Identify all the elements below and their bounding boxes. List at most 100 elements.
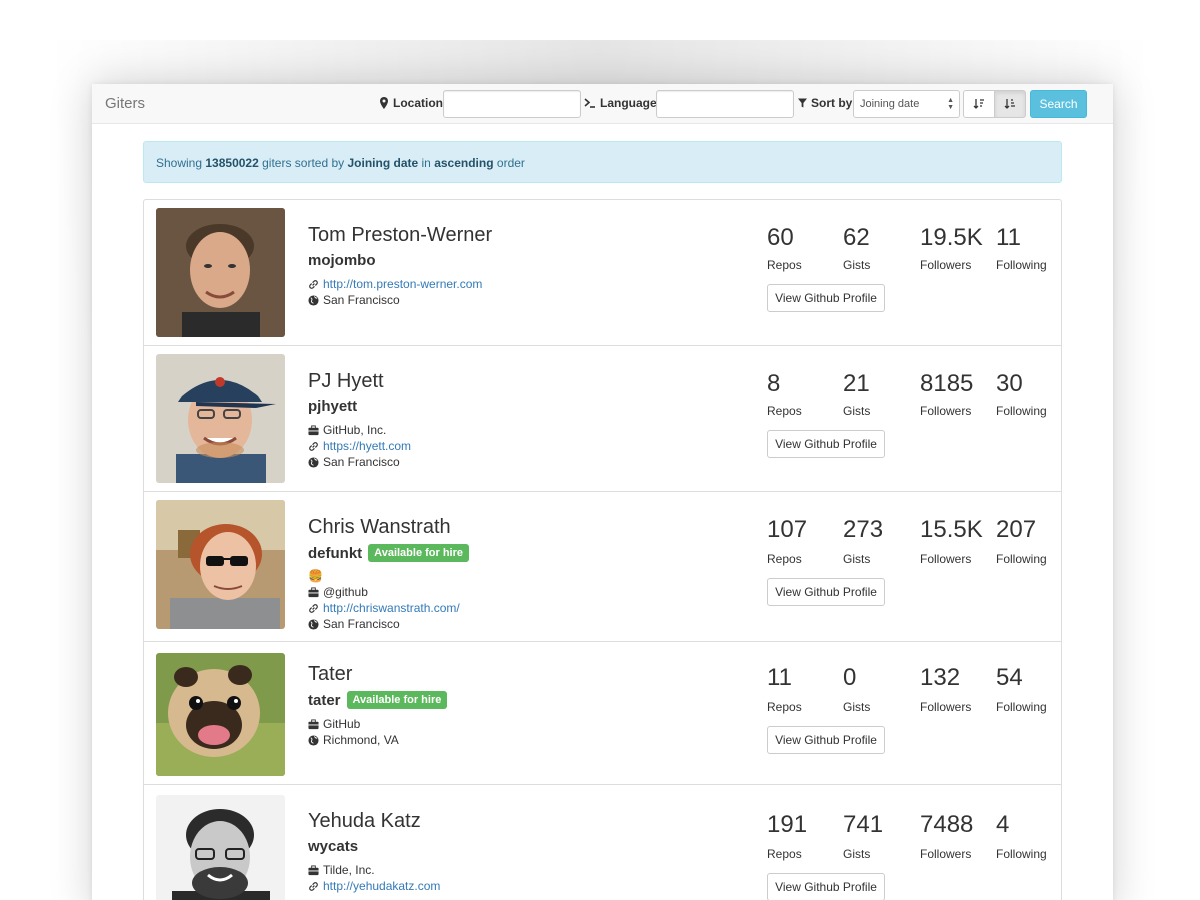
view-profile-button[interactable]: View Github Profile xyxy=(767,726,885,754)
briefcase-icon xyxy=(308,586,319,597)
following-label: Following xyxy=(996,552,1047,566)
select-arrows-icon: ▲ ▼ xyxy=(947,97,954,111)
gists-label: Gists xyxy=(843,404,871,418)
alert-suffix: order xyxy=(496,156,525,170)
avatar[interactable] xyxy=(156,653,285,776)
sort-desc-button[interactable] xyxy=(963,90,995,118)
sortby-label-text: Sort by xyxy=(811,96,853,110)
followers-count: 7488 xyxy=(920,811,974,838)
user-row: Tom Preston-Werner mojombo http://tom.pr… xyxy=(144,200,1061,346)
hire-badge: Available for hire xyxy=(346,691,448,709)
followers-label: Followers xyxy=(920,258,972,272)
sortby-label: Sort by xyxy=(798,96,852,110)
language-input[interactable] xyxy=(656,90,794,118)
view-profile-button[interactable]: View Github Profile xyxy=(767,284,885,312)
gists-label: Gists xyxy=(843,700,871,714)
results-info-alert: Showing 13850022 giters sorted by Joinin… xyxy=(143,141,1062,183)
repos-label: Repos xyxy=(767,258,802,272)
burger-emoji: 🍔 xyxy=(308,569,323,583)
user-name: Tom Preston-Werner xyxy=(308,224,493,246)
repos-count: 60 xyxy=(767,224,794,251)
user-location-text: San Francisco xyxy=(323,455,400,469)
user-name: PJ Hyett xyxy=(308,370,384,392)
followers-label: Followers xyxy=(920,847,972,861)
terminal-icon xyxy=(584,98,595,108)
user-location: San Francisco xyxy=(308,293,400,307)
avatar[interactable] xyxy=(156,500,285,629)
link-icon xyxy=(309,603,318,613)
user-blog-link[interactable]: http://yehudakatz.com xyxy=(323,879,440,893)
alert-in: in xyxy=(421,156,431,170)
gists-count: 0 xyxy=(843,664,857,691)
followers-count: 19.5K xyxy=(920,224,983,251)
alert-prefix: Showing xyxy=(156,156,203,170)
gists-count: 62 xyxy=(843,224,870,251)
user-company: Tilde, Inc. xyxy=(308,863,375,877)
repos-label: Repos xyxy=(767,552,802,566)
user-row: Yehuda Katz wycats Tilde, Inc. http://ye… xyxy=(144,785,1061,900)
avatar[interactable] xyxy=(156,354,285,483)
sort-select[interactable]: Joining date ▲ ▼ xyxy=(853,90,960,118)
navbar: Giters Location Language Sort by Joining… xyxy=(92,84,1113,124)
briefcase-icon xyxy=(308,424,319,435)
sort-order-group xyxy=(963,90,1026,118)
followers-label: Followers xyxy=(920,552,972,566)
followers-count: 132 xyxy=(920,664,961,691)
followers-label: Followers xyxy=(920,700,972,714)
user-login-text: defunkt xyxy=(308,544,363,562)
user-blog: http://tom.preston-werner.com xyxy=(308,277,482,291)
map-marker-icon xyxy=(380,97,388,109)
briefcase-icon xyxy=(308,718,319,729)
user-blog: http://chriswanstrath.com/ xyxy=(308,601,460,615)
user-login: pjhyett xyxy=(308,398,357,415)
user-blog-link[interactable]: http://chriswanstrath.com/ xyxy=(323,601,460,615)
user-company: GitHub xyxy=(308,717,360,731)
user-row: Tater tater Available for hire GitHub Ri… xyxy=(144,642,1061,785)
repos-count: 11 xyxy=(767,664,792,691)
user-login-text: tater xyxy=(308,691,341,709)
sort-desc-icon xyxy=(973,99,984,109)
globe-icon xyxy=(308,456,319,468)
repos-count: 107 xyxy=(767,516,808,543)
user-company-text: @github xyxy=(323,585,368,599)
gists-label: Gists xyxy=(843,847,871,861)
user-login-text: wycats xyxy=(308,838,359,855)
globe-icon xyxy=(308,294,319,306)
user-login: mojombo xyxy=(308,252,376,269)
user-company-text: Tilde, Inc. xyxy=(323,863,375,877)
user-company-text: GitHub xyxy=(323,717,361,731)
following-count: 54 xyxy=(996,664,1023,691)
sort-select-value: Joining date xyxy=(860,98,920,110)
user-login-text: pjhyett xyxy=(308,398,358,415)
user-company-text: GitHub, Inc. xyxy=(323,423,387,437)
user-row: PJ Hyett pjhyett GitHub, Inc. https://hy… xyxy=(144,346,1061,492)
user-blog-link[interactable]: http://tom.preston-werner.com xyxy=(323,277,482,291)
user-row: Chris Wanstrath defunkt Available for hi… xyxy=(144,492,1061,642)
location-label-text: Location xyxy=(393,96,443,110)
link-icon xyxy=(309,441,318,451)
view-profile-button[interactable]: View Github Profile xyxy=(767,430,885,458)
avatar[interactable] xyxy=(156,795,285,900)
view-profile-button[interactable]: View Github Profile xyxy=(767,578,885,606)
location-label: Location xyxy=(379,96,443,110)
gists-count: 21 xyxy=(843,370,870,397)
filter-icon xyxy=(798,98,807,108)
user-bio: 🍔 xyxy=(308,569,323,583)
briefcase-icon xyxy=(308,864,319,875)
user-blog-link[interactable]: https://hyett.com xyxy=(323,439,411,453)
user-name: Yehuda Katz xyxy=(308,810,421,832)
user-login: tater Available for hire xyxy=(308,691,448,709)
user-login: wycats xyxy=(308,838,358,855)
following-label: Following xyxy=(996,847,1047,861)
repos-count: 191 xyxy=(767,811,808,838)
avatar[interactable] xyxy=(156,208,285,337)
location-input[interactable] xyxy=(443,90,581,118)
search-button[interactable]: Search xyxy=(1030,90,1087,118)
brand-link[interactable]: Giters xyxy=(105,95,145,112)
view-profile-button[interactable]: View Github Profile xyxy=(767,873,885,900)
sort-asc-button[interactable] xyxy=(994,90,1026,118)
alert-order: ascending xyxy=(434,156,494,170)
alert-count: 13850022 xyxy=(205,156,259,170)
user-location: Richmond, VA xyxy=(308,733,399,747)
user-location: San Francisco xyxy=(308,617,400,631)
